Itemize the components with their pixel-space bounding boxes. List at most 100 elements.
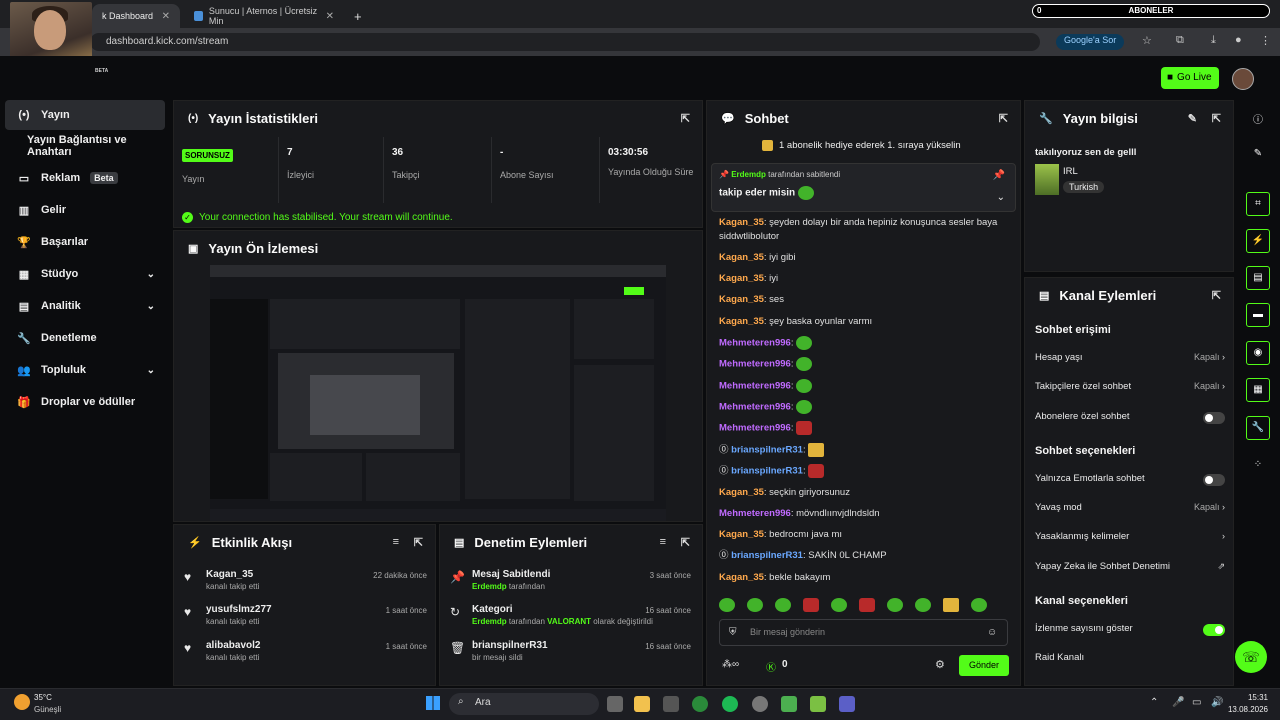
drag-handle-icon[interactable]: ⁘: [1246, 454, 1270, 478]
emotes-only-toggle[interactable]: [1203, 474, 1225, 486]
chat-user[interactable]: Mehmeteren996: [719, 423, 791, 434]
document-icon[interactable]: ▤: [1246, 266, 1270, 290]
sidebar-item-basarilar[interactable]: 🏆 Başarılar: [5, 227, 165, 257]
chat-user[interactable]: Mehmeteren996: [719, 338, 791, 349]
show-viewers-toggle[interactable]: [1203, 624, 1225, 636]
scan-icon[interactable]: ⌗: [1246, 192, 1270, 216]
sidebar-item-gelir[interactable]: ▥ Gelir: [5, 195, 165, 225]
volume-icon[interactable]: 🔊: [1211, 697, 1223, 708]
stream-preview-video[interactable]: [210, 265, 666, 521]
chrome-icon[interactable]: [692, 696, 708, 712]
chat-user[interactable]: Kagan_35: [719, 316, 764, 327]
emote-icon[interactable]: [943, 598, 959, 612]
emoji-icon[interactable]: ☺: [987, 627, 997, 638]
lightning-icon[interactable]: ⚡: [1246, 229, 1270, 253]
emote-icon[interactable]: [747, 598, 763, 612]
download-icon[interactable]: ⤓: [1211, 34, 1216, 47]
popout-icon[interactable]: ⇱: [681, 112, 690, 125]
chat-user[interactable]: Kagan_35: [719, 294, 764, 305]
setting-ai-moderation[interactable]: Yapay Zeka ile Sohbet Denetimi ⇗: [1035, 561, 1225, 577]
avatar[interactable]: [1232, 68, 1254, 90]
minecraft-launcher-icon[interactable]: [810, 696, 826, 712]
popout-icon[interactable]: ⇱: [1212, 289, 1221, 302]
profile-icon[interactable]: ●: [1235, 34, 1242, 46]
help-icon[interactable]: ☏: [1235, 641, 1267, 673]
task-view-icon[interactable]: [607, 696, 623, 712]
store-icon[interactable]: [663, 696, 679, 712]
extensions-icon[interactable]: ⧉: [1176, 34, 1184, 47]
gift-banner[interactable]: 1 abonelik hediye ederek 1. sıraya yükse…: [762, 140, 961, 151]
chat-user[interactable]: Kagan_35: [719, 529, 764, 540]
setting-followers-only[interactable]: Takipçilere özel sohbet Kapalı ›: [1035, 381, 1225, 397]
emote-icon[interactable]: [887, 598, 903, 612]
sidebar-item-reklam[interactable]: ▭ Reklam Beta: [5, 163, 165, 193]
info-icon[interactable]: ⓘ: [1246, 106, 1270, 130]
edit-icon[interactable]: ✎: [1188, 112, 1197, 125]
setting-slow-mode[interactable]: Yavaş mod Kapalı ›: [1035, 502, 1225, 518]
google-sor-button[interactable]: Google'a Sor: [1056, 34, 1125, 50]
chat-input[interactable]: Bir mesaj gönderin: [719, 619, 1008, 646]
chat-user[interactable]: Mehmeteren996: [719, 508, 791, 519]
popout-icon[interactable]: ⇱: [999, 112, 1008, 125]
spotify-icon[interactable]: [722, 696, 738, 712]
sidebar-item-stream-key[interactable]: Yayın Bağlantısı ve Anahtarı: [5, 131, 165, 161]
sidebar-item-yayin[interactable]: (•) Yayın: [5, 100, 165, 130]
filter-icon[interactable]: ≡: [660, 536, 666, 548]
chat-user[interactable]: Kagan_35: [719, 487, 764, 498]
popout-icon[interactable]: ⇱: [414, 536, 423, 549]
shield-icon[interactable]: ⛨: [729, 627, 737, 638]
menu-icon[interactable]: ⋮: [1260, 34, 1271, 47]
chat-user[interactable]: brianspilnerR31: [731, 466, 803, 477]
tab-aternos[interactable]: Sunucu | Aternos | Ücretsiz Min ✕: [184, 4, 344, 28]
pinned-message[interactable]: 📌 Erdemdp tarafından sabitlendi takip ed…: [711, 163, 1016, 212]
chat-user[interactable]: brianspilnerR31: [731, 550, 803, 561]
chat-user[interactable]: Kagan_35: [719, 252, 764, 263]
setting-banned-words[interactable]: Yasaklanmış kelimeler ›: [1035, 531, 1225, 547]
obs-icon[interactable]: [752, 696, 768, 712]
minecraft-icon[interactable]: [781, 696, 797, 712]
go-live-button[interactable]: ■ Go Live: [1161, 67, 1219, 89]
teams-icon[interactable]: [839, 696, 855, 712]
subs-only-toggle[interactable]: [1203, 412, 1225, 424]
send-button[interactable]: Gönder: [959, 655, 1009, 676]
chat-user[interactable]: Kagan_35: [719, 217, 764, 228]
close-icon[interactable]: ✕: [162, 11, 170, 22]
chat-user[interactable]: brianspilnerR31: [731, 445, 803, 456]
taskbar-search[interactable]: Ara: [449, 693, 599, 715]
sidebar-item-studyo[interactable]: ▦ Stüdyo ⌄: [5, 259, 165, 289]
emote-icon[interactable]: [915, 598, 931, 612]
emote-icon[interactable]: [859, 598, 875, 612]
setting-account-age[interactable]: Hesap yaşı Kapalı ›: [1035, 352, 1225, 368]
close-icon[interactable]: ✕: [326, 11, 334, 22]
new-tab-button[interactable]: +: [344, 4, 364, 28]
emote-icon[interactable]: [803, 598, 819, 612]
emote-icon[interactable]: [971, 598, 987, 612]
microphone-icon[interactable]: 🎤: [1172, 697, 1184, 708]
unpin-icon[interactable]: 📌: [993, 170, 1005, 181]
emote-icon[interactable]: [719, 598, 735, 612]
sidebar-item-denetleme[interactable]: 🔧 Denetleme: [5, 323, 165, 353]
filter-icon[interactable]: ≡: [393, 536, 399, 548]
popout-icon[interactable]: ⇱: [1212, 112, 1221, 125]
setting-raid[interactable]: Raid Kanalı: [1035, 652, 1225, 668]
emote-icon[interactable]: [775, 598, 791, 612]
network-icon[interactable]: ▭: [1192, 697, 1201, 708]
wrench-icon[interactable]: 🔧: [1246, 416, 1270, 440]
emote-icon[interactable]: [831, 598, 847, 612]
chat-user[interactable]: Mehmeteren996: [719, 381, 791, 392]
popout-icon[interactable]: ⇱: [681, 536, 690, 549]
chat-user[interactable]: Mehmeteren996: [719, 359, 791, 370]
sidebar-item-topluluk[interactable]: 👥 Topluluk ⌄: [5, 355, 165, 385]
broadcast-icon[interactable]: ◉: [1246, 341, 1270, 365]
file-explorer-icon[interactable]: [634, 696, 650, 712]
chat-user[interactable]: Kagan_35: [719, 273, 764, 284]
chat-user[interactable]: Mehmeteren996: [719, 402, 791, 413]
chevron-down-icon[interactable]: ⌄: [997, 192, 1005, 203]
gear-icon[interactable]: ⚙: [935, 658, 945, 671]
tab-dashboard[interactable]: k Dashboard ✕: [92, 4, 180, 28]
chevron-up-icon[interactable]: ⌃: [1150, 697, 1158, 708]
edit-icon[interactable]: ✎: [1246, 143, 1270, 167]
chat-user[interactable]: Kagan_35: [719, 572, 764, 583]
url-field[interactable]: dashboard.kick.com/stream: [90, 33, 1040, 51]
layout-icon[interactable]: ▦: [1246, 378, 1270, 402]
